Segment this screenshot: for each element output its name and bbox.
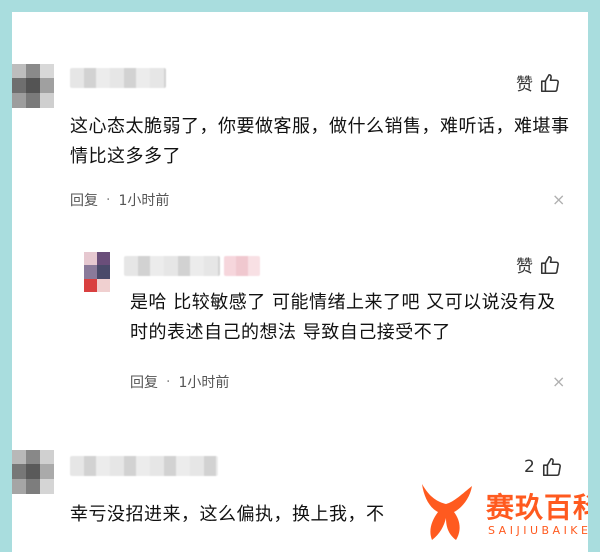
fish-tail-icon [422, 484, 472, 540]
reply-text: 是哈 比较敏感了 可能情绪上来了吧 又可以说没有及时的表述自己的想法 导致自己接… [130, 292, 556, 343]
reply-button[interactable]: 回复 [70, 190, 98, 210]
thumbs-up-icon [539, 72, 561, 94]
reply-button[interactable]: 回复 [130, 372, 158, 392]
thumbs-up-icon [541, 456, 563, 478]
close-icon[interactable]: × [552, 190, 565, 209]
like-label: 赞 [516, 257, 533, 277]
avatar[interactable] [12, 450, 54, 494]
username-blurred[interactable] [124, 256, 220, 276]
like-count: 2 [524, 457, 535, 477]
username-blurred[interactable] [70, 68, 166, 88]
meta-separator: · [106, 192, 111, 208]
close-icon[interactable]: × [552, 372, 565, 391]
avatar[interactable] [12, 64, 54, 108]
like-label: 赞 [516, 75, 533, 95]
comment-text: 幸亏没招进来，这么偏执，换上我，不 [70, 504, 385, 525]
reply-target-blurred[interactable] [224, 256, 260, 276]
username-blurred[interactable] [70, 456, 218, 476]
watermark-subtitle: SAIJIUBAIKE [488, 524, 588, 537]
comment-panel: 赞 这心态太脆弱了，你要做客服，做什么销售，难听话，难堪事情比这多多了 回复 ·… [12, 12, 588, 552]
comment-meta: 回复 · 1小时前 [70, 190, 169, 210]
like-button[interactable]: 2 [524, 456, 563, 478]
thumbs-up-icon [539, 254, 561, 276]
like-button[interactable]: 赞 [516, 252, 561, 277]
like-button[interactable]: 赞 [516, 70, 561, 95]
timestamp: 1小时前 [178, 375, 230, 391]
watermark-name: 赛玖百科 [486, 491, 588, 524]
watermark-logo: 赛玖百科 SAIJIUBAIKE [416, 478, 588, 544]
comment-text: 这心态太脆弱了，你要做客服，做什么销售，难听话，难堪事情比这多多了 [70, 116, 570, 167]
meta-separator: · [166, 374, 171, 390]
reply-meta: 回复 · 1小时前 [130, 372, 229, 392]
avatar[interactable] [84, 252, 110, 292]
timestamp: 1小时前 [118, 193, 170, 209]
